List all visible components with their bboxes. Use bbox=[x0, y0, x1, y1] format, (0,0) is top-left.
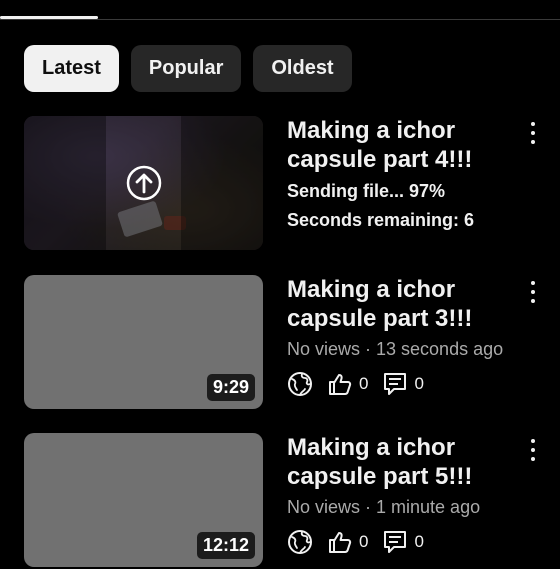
likes-count: 0 bbox=[359, 374, 369, 393]
upload-time-remaining: Seconds remaining: 6 bbox=[287, 210, 475, 230]
filter-chip-oldest[interactable]: Oldest bbox=[253, 45, 352, 92]
more-options-icon[interactable] bbox=[530, 281, 536, 303]
tab-divider bbox=[0, 19, 560, 20]
likes-count: 0 bbox=[359, 532, 369, 551]
comment-icon bbox=[384, 531, 407, 553]
filter-chip-popular[interactable]: Popular bbox=[130, 45, 242, 92]
upload-arrow-icon bbox=[126, 165, 162, 201]
filter-chips: Latest Popular Oldest bbox=[24, 45, 352, 92]
video-row[interactable]: 12:12 Making a ichor capsule part 5!!! N… bbox=[24, 433, 560, 569]
video-info: Making a ichor capsule part 5!!! No view… bbox=[287, 433, 519, 556]
video-thumbnail[interactable]: 9:29 bbox=[24, 275, 263, 409]
comments-count: 0 bbox=[414, 374, 424, 393]
video-info: Making a ichor capsule part 3!!! No view… bbox=[287, 275, 519, 398]
comment-icon bbox=[384, 373, 407, 395]
comments-stat[interactable]: 0 bbox=[382, 371, 424, 397]
video-title[interactable]: Making a ichor capsule part 5!!! bbox=[287, 433, 519, 491]
likes-stat[interactable]: 0 bbox=[327, 371, 368, 397]
filter-chip-latest[interactable]: Latest bbox=[24, 45, 119, 92]
likes-stat[interactable]: 0 bbox=[327, 529, 368, 555]
globe-icon bbox=[288, 372, 312, 396]
duration-badge: 12:12 bbox=[196, 532, 255, 559]
video-title[interactable]: Making a ichor capsule part 3!!! bbox=[287, 275, 519, 333]
comments-count: 0 bbox=[414, 532, 424, 551]
video-thumbnail[interactable] bbox=[24, 116, 263, 250]
video-row[interactable]: 9:29 Making a ichor capsule part 3!!! No… bbox=[24, 275, 560, 411]
duration-badge: 9:29 bbox=[206, 374, 255, 401]
more-options-icon[interactable] bbox=[530, 122, 536, 144]
visibility-public[interactable] bbox=[287, 529, 313, 555]
globe-icon bbox=[288, 530, 312, 554]
thumbs-up-icon bbox=[329, 374, 352, 395]
video-meta: No views · 1 minute ago bbox=[287, 497, 481, 517]
thumbs-up-icon bbox=[329, 532, 352, 553]
video-stats: 0 0 bbox=[287, 370, 519, 398]
video-info: Making a ichor capsule part 4!!! Sending… bbox=[287, 116, 519, 235]
video-title[interactable]: Making a ichor capsule part 4!!! bbox=[287, 116, 519, 174]
video-stats: 0 0 bbox=[287, 528, 519, 556]
video-row-uploading[interactable]: Making a ichor capsule part 4!!! Sending… bbox=[24, 116, 560, 252]
video-thumbnail[interactable]: 12:12 bbox=[24, 433, 263, 567]
video-meta: No views · 13 seconds ago bbox=[287, 339, 504, 359]
more-options-icon[interactable] bbox=[530, 439, 536, 461]
comments-stat[interactable]: 0 bbox=[382, 529, 424, 555]
upload-status: Sending file... 97% bbox=[287, 181, 446, 201]
visibility-public[interactable] bbox=[287, 371, 313, 397]
